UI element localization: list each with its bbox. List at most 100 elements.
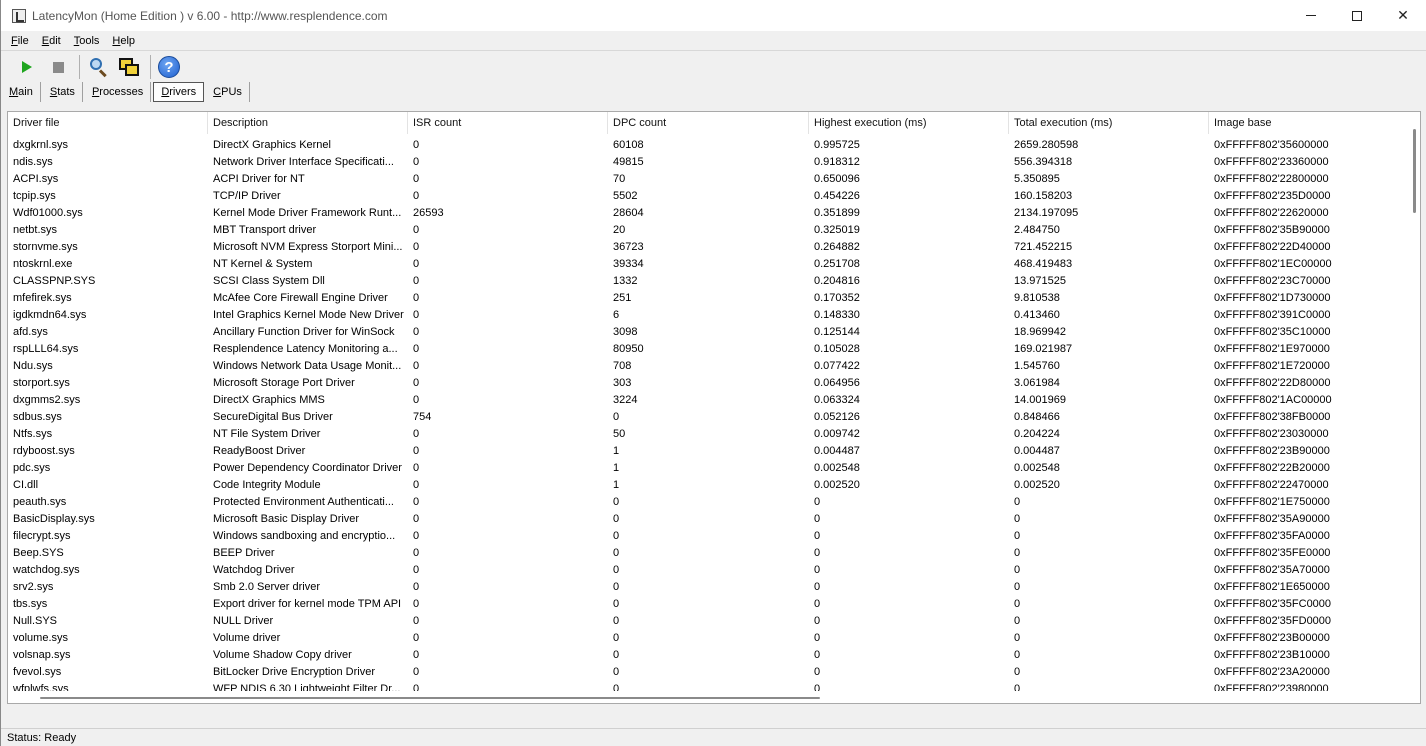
- tab-drivers[interactable]: Drivers: [153, 82, 205, 102]
- cell-highest-execution: 0.125144: [814, 325, 860, 338]
- cell-driver-file: rspLLL64.sys: [13, 342, 79, 355]
- cell-driver-file: volume.sys: [13, 631, 69, 644]
- cell-isr-count: 0: [413, 274, 420, 287]
- cell-driver-file: netbt.sys: [13, 223, 58, 236]
- table-row[interactable]: pdc.sys Power Dependency Coordinator Driv…: [8, 459, 1411, 476]
- table-row[interactable]: Ntfs.sys NT File System Driver 0 50 0.009742…: [8, 425, 1411, 442]
- table-row[interactable]: dxgkrnl.sys DirectX Graphics Kernel 0 60108…: [8, 136, 1411, 153]
- table-row[interactable]: Null.SYS NULL Driver 0 0 0 0 0xFFFFF802'35FD00…: [8, 612, 1411, 629]
- tab-stats[interactable]: Stats: [43, 82, 83, 102]
- cell-driver-file: pdc.sys: [13, 461, 51, 474]
- table-row[interactable]: ACPI.sys ACPI Driver for NT 0 70 0.650096 5.3…: [8, 170, 1411, 187]
- table-row[interactable]: igdkmdn64.sys Intel Graphics Kernel Mode …: [8, 306, 1411, 323]
- table-row[interactable]: volsnap.sys Volume Shadow Copy driver 0 0 0 0…: [8, 646, 1411, 663]
- horizontal-scrollbar[interactable]: [8, 691, 1420, 703]
- table-row[interactable]: filecrypt.sys Windows sandboxing and encr…: [8, 527, 1411, 544]
- cell-dpc-count: 1: [613, 478, 620, 491]
- vertical-scroll-thumb[interactable]: [1413, 129, 1416, 213]
- column-header-highest-execution[interactable]: Highest execution (ms): [809, 112, 1009, 134]
- tab-main[interactable]: Main: [1, 82, 41, 102]
- menu-help[interactable]: Help: [110, 34, 137, 48]
- cell-image-base: 0xFFFFF802'1EC00000: [1214, 257, 1332, 270]
- cell-description: Ancillary Function Driver for WinSock: [213, 325, 395, 338]
- column-header-description[interactable]: Description: [208, 112, 408, 134]
- table-row[interactable]: tcpip.sys TCP/IP Driver 0 5502 0.454226 160.1…: [8, 187, 1411, 204]
- windows-button[interactable]: [115, 53, 143, 81]
- cell-image-base: 0xFFFFF802'35600000: [1214, 138, 1329, 151]
- table-row[interactable]: CI.dll Code Integrity Module 0 1 0.002520 0.0…: [8, 476, 1411, 493]
- maximize-button[interactable]: [1334, 0, 1380, 31]
- cell-highest-execution: 0.918312: [814, 155, 860, 168]
- drivers-table[interactable]: Driver file Description ISR count DPC co…: [7, 111, 1421, 704]
- cell-total-execution: 0: [1014, 614, 1021, 627]
- cell-dpc-count: 0: [613, 546, 620, 559]
- cell-description: NT Kernel & System: [213, 257, 313, 270]
- table-row[interactable]: tbs.sys Export driver for kernel mode TPM…: [8, 595, 1411, 612]
- table-row[interactable]: ndis.sys Network Driver Interface Specifi…: [8, 153, 1411, 170]
- cell-driver-file: sdbus.sys: [13, 410, 62, 423]
- cell-dpc-count: 0: [613, 631, 620, 644]
- table-row[interactable]: mfefirek.sys McAfee Core Firewall Engine …: [8, 289, 1411, 306]
- cell-total-execution: 0: [1014, 665, 1021, 678]
- table-row[interactable]: stornvme.sys Microsoft NVM Express Storpo…: [8, 238, 1411, 255]
- table-row[interactable]: afd.sys Ancillary Function Driver for Win…: [8, 323, 1411, 340]
- table-row[interactable]: ntoskrnl.exe NT Kernel & System 0 39334 0.25…: [8, 255, 1411, 272]
- stop-button[interactable]: [44, 53, 72, 81]
- table-row[interactable]: Beep.SYS BEEP Driver 0 0 0 0 0xFFFFF802'35FE00…: [8, 544, 1411, 561]
- column-header-image-base[interactable]: Image base: [1209, 112, 1411, 134]
- title-bar: LatencyMon (Home Edition ) v 6.00 - http…: [1, 0, 1426, 31]
- close-button[interactable]: ✕: [1380, 0, 1426, 31]
- menu-file[interactable]: File: [9, 34, 31, 48]
- status-text: Status: Ready: [7, 731, 77, 744]
- toolbar-separator: [150, 55, 151, 79]
- table-row[interactable]: peauth.sys Protected Environment Authenti…: [8, 493, 1411, 510]
- tab-processes[interactable]: Processes: [85, 82, 152, 102]
- table-row[interactable]: netbt.sys MBT Transport driver 0 20 0.325019…: [8, 221, 1411, 238]
- analyze-button[interactable]: [84, 53, 112, 81]
- table-row[interactable]: watchdog.sys Watchdog Driver 0 0 0 0 0xFFFFF80…: [8, 561, 1411, 578]
- menu-edit[interactable]: Edit: [40, 34, 63, 48]
- table-row[interactable]: sdbus.sys SecureDigital Bus Driver 754 0 0.0…: [8, 408, 1411, 425]
- cell-driver-file: mfefirek.sys: [13, 291, 72, 304]
- horizontal-scroll-thumb[interactable]: [40, 697, 820, 699]
- table-row[interactable]: srv2.sys Smb 2.0 Server driver 0 0 0 0 0xFFFFF…: [8, 578, 1411, 595]
- cell-isr-count: 0: [413, 580, 420, 593]
- cell-total-execution: 3.061984: [1014, 376, 1060, 389]
- cell-isr-count: 0: [413, 376, 420, 389]
- cell-description: TCP/IP Driver: [213, 189, 281, 202]
- column-header-dpc-count[interactable]: DPC count: [608, 112, 809, 134]
- cell-total-execution: 556.394318: [1014, 155, 1073, 168]
- column-header-total-execution[interactable]: Total execution (ms): [1009, 112, 1209, 134]
- tab-cpus[interactable]: C PUs: [206, 82, 250, 102]
- cell-dpc-count: 1332: [613, 274, 638, 287]
- cell-image-base: 0xFFFFF802'23360000: [1214, 155, 1329, 168]
- cell-isr-count: 0: [413, 342, 420, 355]
- cell-dpc-count: 0: [613, 648, 620, 661]
- stop-icon: [52, 61, 64, 73]
- column-header-driver-file[interactable]: Driver file: [8, 112, 208, 134]
- table-row[interactable]: dxgmms2.sys DirectX Graphics MMS 0 3224 0.06…: [8, 391, 1411, 408]
- cell-highest-execution: 0: [814, 563, 821, 576]
- menu-tools[interactable]: Tools: [72, 34, 102, 48]
- vertical-scrollbar[interactable]: [1408, 112, 1420, 693]
- maximize-icon: [1352, 10, 1362, 21]
- cell-driver-file: Ndu.sys: [13, 359, 53, 372]
- table-row[interactable]: Wdf01000.sys Kernel Mode Driver Framework…: [8, 204, 1411, 221]
- start-button[interactable]: [13, 53, 41, 81]
- cell-dpc-count: 0: [613, 614, 620, 627]
- cell-driver-file: tbs.sys: [13, 597, 48, 610]
- table-row[interactable]: fvevol.sys BitLocker Drive Encryption Dri…: [8, 663, 1411, 680]
- table-row[interactable]: rdyboost.sys ReadyBoost Driver 0 1 0.004487 0…: [8, 442, 1411, 459]
- help-button[interactable]: ?: [155, 53, 183, 81]
- cell-driver-file: Beep.SYS: [13, 546, 64, 559]
- minimize-button[interactable]: [1288, 0, 1334, 31]
- table-row[interactable]: Ndu.sys Windows Network Data Usage Monit.…: [8, 357, 1411, 374]
- table-row[interactable]: volume.sys Volume driver 0 0 0 0 0xFFFFF802'23…: [8, 629, 1411, 646]
- cell-isr-count: 754: [413, 410, 432, 423]
- column-header-isr-count[interactable]: ISR count: [408, 112, 608, 134]
- table-row[interactable]: BasicDisplay.sys Microsoft Basic Display …: [8, 510, 1411, 527]
- table-row[interactable]: rspLLL64.sys Resplendence Latency Monitor…: [8, 340, 1411, 357]
- cell-image-base: 0xFFFFF802'22B20000: [1214, 461, 1330, 474]
- table-row[interactable]: storport.sys Microsoft Storage Port Drive…: [8, 374, 1411, 391]
- table-row[interactable]: CLASSPNP.SYS SCSI Class System Dll 0 1332 0.…: [8, 272, 1411, 289]
